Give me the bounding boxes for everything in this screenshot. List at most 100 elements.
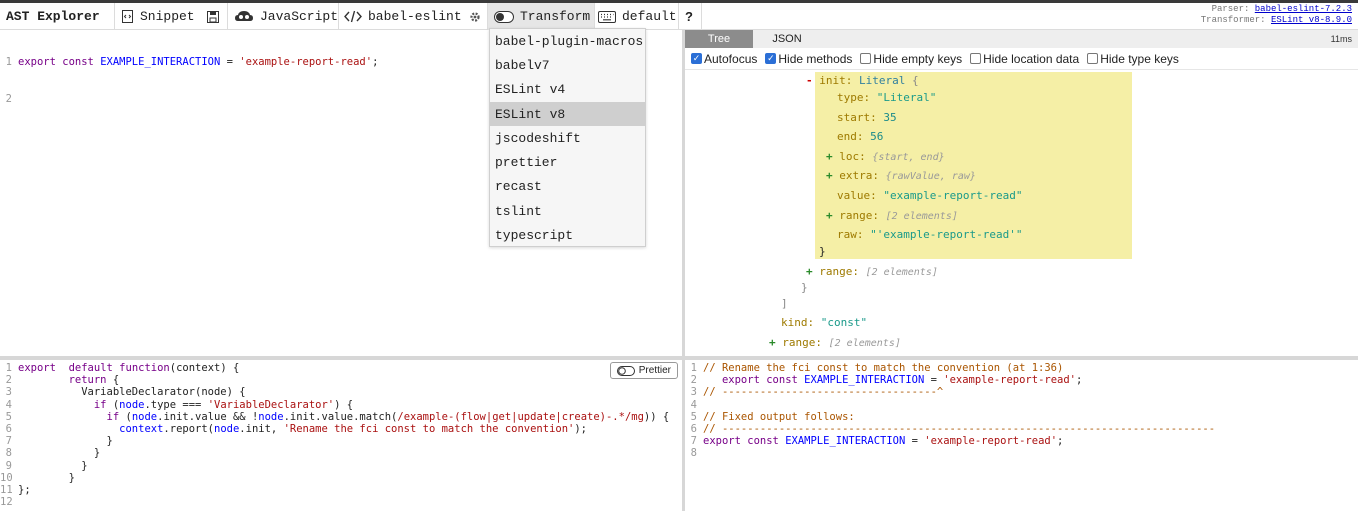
transform-menu-item[interactable]: ESLint v8 (490, 101, 645, 127)
line-number: 5 (5, 410, 12, 423)
toolbar-divider (594, 3, 595, 30)
transform-editor[interactable]: 1 export default function(context) {2 ret… (0, 360, 682, 511)
transform-label: Transform (520, 9, 591, 24)
save-button[interactable] (207, 3, 219, 30)
transform-menu-item[interactable]: typescript (490, 223, 645, 247)
transform-menu-item[interactable]: ESLint v4 (490, 78, 645, 102)
code-text: } (18, 471, 75, 484)
code-text: }; (18, 483, 31, 496)
prettier-button[interactable]: Prettier (609, 362, 678, 379)
option-hide-methods[interactable]: ✓ Hide methods (765, 52, 852, 66)
transform-menu-item[interactable]: babel-plugin-macros (490, 29, 645, 53)
tree-node-init[interactable]: - init: Literal { (806, 74, 919, 87)
tree-node-loc[interactable]: + loc: {start, end} (826, 150, 945, 163)
transform-menu-item[interactable]: jscodeshift (490, 126, 645, 150)
operator: = (226, 56, 233, 69)
checkbox[interactable] (1087, 53, 1099, 64)
node-key: init: (819, 74, 853, 87)
code-line: 12 (0, 496, 682, 508)
prop-value: "Literal" (876, 91, 937, 104)
output-code: 1 // Rename the fci const to match the co… (685, 360, 1358, 460)
transform-menu-item[interactable]: tslint (490, 199, 645, 223)
help-button[interactable]: ? (685, 3, 693, 30)
language-icon (234, 10, 254, 23)
tree-prop[interactable]: value: "example-report-read" (837, 189, 1022, 202)
line-number: 6 (690, 422, 697, 435)
checkbox[interactable] (970, 53, 982, 64)
tab-tree[interactable]: Tree (685, 30, 753, 48)
transform-menu: babel-plugin-macros babelv7 ESLint v4 ESLin… (489, 28, 646, 247)
keyword: export (703, 435, 741, 448)
app-title: AST Explorer (6, 9, 100, 24)
line-number: 2 (5, 374, 12, 387)
checkbox[interactable]: ✓ (691, 53, 702, 64)
tree-prop[interactable]: start: 35 (837, 111, 897, 124)
line-content: } (18, 472, 75, 484)
code-text: } (18, 447, 101, 460)
keyword: const (766, 374, 798, 387)
prop-key: raw: (837, 228, 864, 241)
code-line: 6 context.report(node.init, 'Rename the … (0, 423, 682, 435)
language-select[interactable]: JavaScript (234, 3, 338, 30)
collapse-toggle[interactable]: - (806, 74, 813, 87)
expand-toggle[interactable]: + (826, 209, 833, 222)
line-content: if (node.type === 'VariableDeclarator') … (18, 399, 353, 411)
line-number: 4 (5, 398, 12, 411)
tree-node-range[interactable]: + range: [2 elements] (826, 209, 958, 222)
prop-value: "'example-report-read'" (870, 228, 1023, 241)
save-icon (207, 10, 219, 23)
closing-bracket: ] (781, 297, 788, 310)
transformer-version-link[interactable]: ESLint v8-8.9.0 (1271, 15, 1352, 25)
tree-prop[interactable]: kind: "const" (781, 316, 867, 329)
expand-toggle[interactable]: + (826, 169, 833, 182)
option-hide-type-keys[interactable]: Hide type keys (1087, 52, 1179, 66)
comment: // -------------------------------------… (703, 422, 1216, 435)
transform-code[interactable]: 1 export default function(context) {2 ret… (0, 360, 682, 508)
tree-prop[interactable]: raw: "'example-report-read'" (837, 228, 1022, 241)
snippet-button[interactable]: Snippet (121, 3, 195, 30)
snippet-icon (121, 10, 134, 23)
option-hide-location-data[interactable]: Hide location data (970, 52, 1079, 66)
keymap-select[interactable]: default (598, 3, 677, 30)
line-number: 4 (690, 398, 697, 411)
prop-summary: [2 elements] (865, 267, 938, 278)
comment: // Rename the fci const to match the con… (703, 362, 1064, 374)
code-line: 11}; (0, 484, 682, 496)
tab-json[interactable]: JSON (753, 30, 821, 48)
parser-info-label: Parser: (1211, 4, 1250, 14)
tree-node-range[interactable]: + range: [2 elements] (769, 336, 901, 349)
code-text: { (106, 374, 120, 387)
code-text: .init, (239, 422, 284, 435)
parser-settings-button[interactable] (469, 3, 481, 30)
ast-panel: Tree JSON 11ms ✓ Autofocus ✓ Hide methods … (685, 30, 1358, 356)
string-literal: 'VariableDeclarator' (207, 398, 335, 411)
checkbox[interactable]: ✓ (765, 53, 777, 64)
checkbox[interactable] (860, 53, 872, 64)
parser-version-link[interactable]: babel-eslint-7.2.3 (1255, 4, 1352, 14)
option-autofocus[interactable]: ✓ Autofocus (691, 52, 757, 66)
expand-toggle[interactable]: + (826, 150, 833, 163)
keyword: if (106, 410, 120, 423)
tree-prop[interactable]: end: 56 (837, 130, 883, 143)
transform-button[interactable]: Transform (488, 3, 594, 30)
parser-select[interactable]: babel-eslint (344, 3, 462, 30)
option-hide-empty-keys[interactable]: Hide empty keys (860, 52, 962, 66)
option-label: Hide methods (778, 51, 853, 66)
tree-prop[interactable]: type: "Literal" (837, 91, 936, 104)
expand-toggle[interactable]: + (806, 265, 813, 278)
snippet-label: Snippet (140, 9, 195, 24)
line-number: 9 (5, 459, 12, 472)
toolbar-divider (227, 3, 228, 30)
transform-menu-item[interactable]: babelv7 (490, 53, 645, 77)
tree-node-range[interactable]: + range: [2 elements] (806, 265, 938, 278)
ast-tree[interactable]: - init: Literal { type: "Literal" start:… (685, 70, 1358, 356)
line-number: 5 (690, 410, 697, 423)
code-line: 10 } (0, 472, 682, 484)
tree-node-extra[interactable]: + extra: {rawValue, raw} (826, 169, 976, 182)
string-literal: 'example-report-read' (924, 435, 1058, 448)
transform-menu-item[interactable]: recast (490, 175, 645, 199)
transform-menu-item[interactable]: prettier (490, 150, 645, 174)
expand-toggle[interactable]: + (769, 336, 776, 349)
